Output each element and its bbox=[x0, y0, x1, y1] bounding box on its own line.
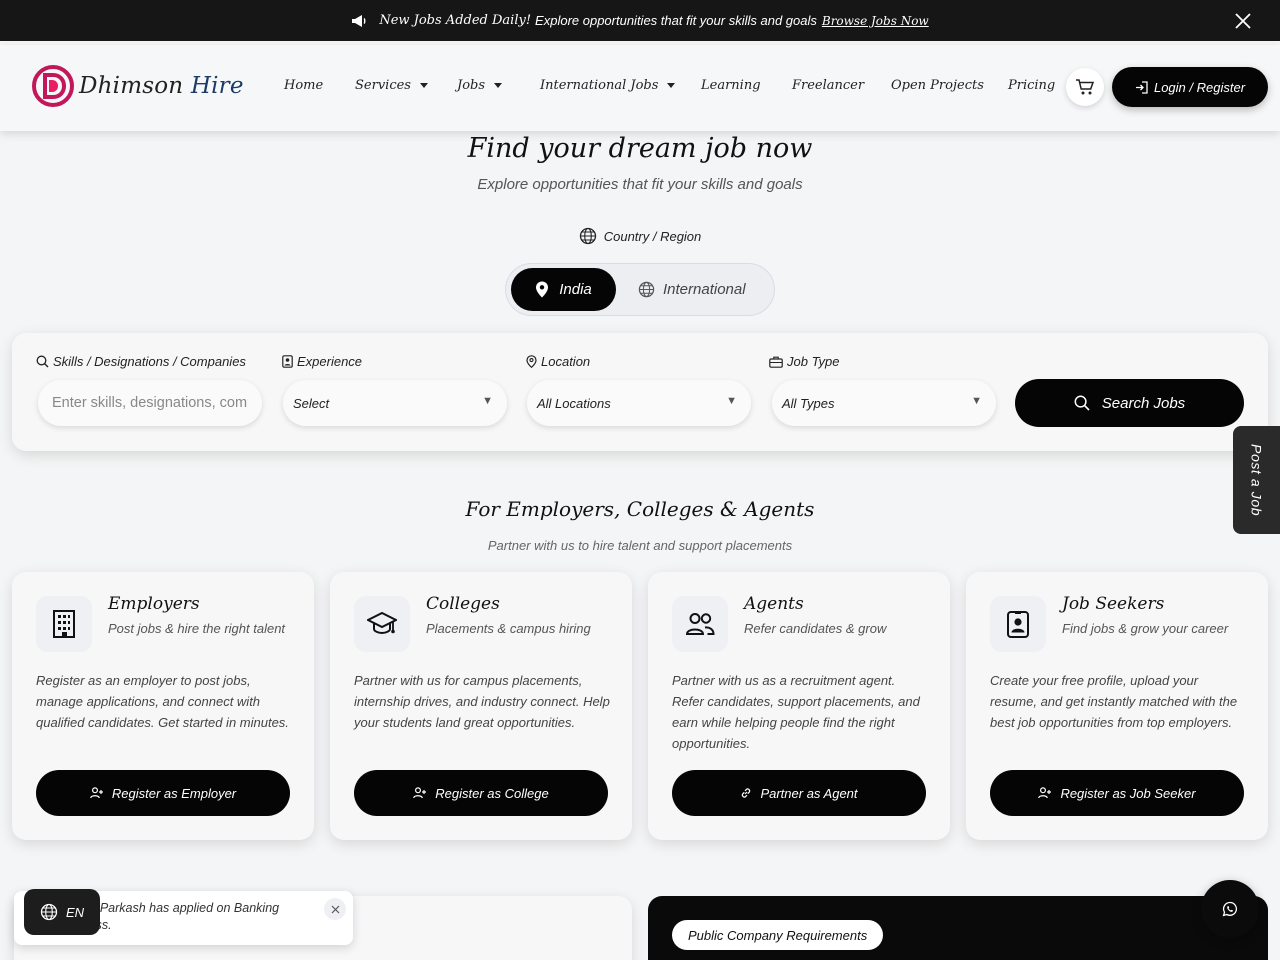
browse-jobs-link[interactable]: Browse Jobs Now bbox=[822, 14, 929, 28]
register-college-button[interactable]: Register as College bbox=[354, 770, 608, 816]
id-badge-icon bbox=[1007, 611, 1029, 638]
megaphone-icon bbox=[352, 14, 366, 27]
card-description: Create your free profile, upload your re… bbox=[990, 673, 1238, 730]
login-icon bbox=[1135, 80, 1148, 94]
nav-jobs[interactable]: Jobs bbox=[457, 78, 503, 93]
job-seekers-card: Job Seekers Find jobs & grow your career… bbox=[966, 572, 1268, 840]
hero-title: Find your dream job now bbox=[467, 133, 813, 164]
experience-select[interactable]: Select ▼ bbox=[283, 380, 507, 426]
card-description: Register as an employer to post jobs, ma… bbox=[36, 673, 289, 730]
logo[interactable]: Dhimson Hire bbox=[31, 64, 244, 108]
card-tagline: Refer candidates & grow bbox=[744, 621, 887, 636]
nav-open-projects[interactable]: Open Projects bbox=[891, 78, 984, 93]
search-jobs-button[interactable]: Search Jobs bbox=[1015, 379, 1244, 427]
link-icon bbox=[742, 788, 751, 798]
logo-text-primary: Dhimson bbox=[79, 73, 184, 99]
agents-card: Agents Refer candidates & grow Partner w… bbox=[648, 572, 950, 840]
card-title: Colleges bbox=[426, 594, 500, 614]
colleges-card: Colleges Placements & campus hiring Part… bbox=[330, 572, 632, 840]
graduation-cap-icon bbox=[367, 611, 397, 635]
close-icon[interactable] bbox=[1234, 12, 1252, 30]
login-register-button[interactable]: Login / Register bbox=[1112, 67, 1268, 107]
public-company-requirements-badge: Public Company Requirements bbox=[672, 920, 884, 950]
section-title: For Employers, Colleges & Agents bbox=[465, 497, 815, 521]
announcement-bar: New Jobs Added Daily! Explore opportunit… bbox=[0, 0, 1280, 41]
id-badge-icon bbox=[282, 355, 293, 368]
announcement-text: Explore opportunities that fit your skil… bbox=[535, 13, 817, 28]
globe-icon bbox=[40, 903, 58, 921]
search-icon bbox=[1074, 395, 1090, 411]
dropdown-arrow-icon: ▼ bbox=[726, 395, 737, 407]
location-pin-icon bbox=[526, 355, 537, 368]
region-international-button[interactable]: International bbox=[638, 268, 768, 311]
nav-services[interactable]: Services bbox=[355, 78, 428, 93]
chevron-down-icon bbox=[419, 83, 428, 88]
register-job-seeker-button[interactable]: Register as Job Seeker bbox=[990, 770, 1244, 816]
public-requirements-panel: Public Company Requirements bbox=[648, 896, 1268, 960]
building-icon bbox=[53, 610, 75, 638]
card-description: Partner with us as a recruitment agent. … bbox=[672, 673, 920, 751]
skills-label: Skills / Designations / Companies bbox=[36, 354, 246, 369]
employers-card: Employers Post jobs & hire the right tal… bbox=[12, 572, 314, 840]
card-icon-tile bbox=[36, 596, 92, 652]
nav-international-jobs[interactable]: International Jobs bbox=[540, 78, 676, 93]
card-title: Employers bbox=[108, 594, 200, 614]
nav-home[interactable]: Home bbox=[284, 78, 323, 93]
card-icon-tile bbox=[672, 596, 728, 652]
region-label: Country / Region bbox=[0, 227, 1280, 245]
region-toggle: India International bbox=[505, 263, 775, 316]
job-type-select[interactable]: All Types ▼ bbox=[772, 380, 996, 426]
hero-subtitle: Explore opportunities that fit your skil… bbox=[477, 176, 803, 193]
region-india-button[interactable]: India bbox=[511, 268, 616, 311]
dropdown-arrow-icon: ▼ bbox=[482, 395, 493, 407]
location-label: Location bbox=[526, 354, 590, 369]
partner-agent-button[interactable]: Partner as Agent bbox=[672, 770, 926, 816]
card-icon-tile bbox=[990, 596, 1046, 652]
whatsapp-icon bbox=[1222, 901, 1238, 917]
skills-input[interactable]: Enter skills, designations, companies bbox=[38, 380, 262, 426]
globe-icon bbox=[579, 227, 596, 245]
toast-message: Harka Parkash has applied on Banking Pro… bbox=[63, 901, 280, 932]
chevron-down-icon bbox=[494, 83, 503, 88]
nav-pricing[interactable]: Pricing bbox=[1008, 78, 1055, 93]
search-icon bbox=[36, 355, 49, 368]
location-select[interactable]: All Locations ▼ bbox=[527, 380, 751, 426]
nav-learning[interactable]: Learning bbox=[701, 78, 761, 93]
site-header: Dhimson Hire Home Services Jobs Internat… bbox=[0, 45, 1280, 131]
nav-freelancer[interactable]: Freelancer bbox=[792, 78, 864, 93]
dropdown-arrow-icon: ▼ bbox=[971, 395, 982, 407]
section-subtitle: Partner with us to hire talent and suppo… bbox=[487, 538, 793, 553]
card-tagline: Placements & campus hiring bbox=[426, 621, 591, 636]
job-type-label: Job Type bbox=[769, 354, 840, 369]
toast-close-button[interactable] bbox=[324, 898, 346, 920]
card-description: Partner with us for campus placements, i… bbox=[354, 673, 610, 730]
whatsapp-chat-button[interactable] bbox=[1201, 880, 1259, 938]
card-tagline: Find jobs & grow your career bbox=[1062, 621, 1229, 636]
cart-button[interactable] bbox=[1066, 68, 1104, 106]
experience-label: Experience bbox=[282, 354, 362, 369]
chevron-down-icon bbox=[667, 83, 676, 88]
user-plus-icon bbox=[90, 787, 103, 799]
logo-text-secondary: Hire bbox=[190, 73, 244, 99]
user-plus-icon bbox=[1038, 787, 1052, 799]
card-title: Agents bbox=[744, 594, 804, 614]
language-switcher[interactable]: EN bbox=[24, 889, 100, 935]
users-icon bbox=[685, 613, 715, 635]
logo-mark-icon bbox=[32, 65, 74, 107]
card-title: Job Seekers bbox=[1062, 594, 1165, 614]
card-icon-tile bbox=[354, 596, 410, 652]
user-plus-icon bbox=[413, 787, 427, 799]
job-search-form: Skills / Designations / Companies Enter … bbox=[12, 333, 1268, 451]
briefcase-icon bbox=[769, 356, 783, 368]
card-tagline: Post jobs & hire the right talent bbox=[108, 621, 286, 636]
globe-icon bbox=[638, 281, 655, 298]
location-pin-icon bbox=[536, 281, 549, 298]
register-employer-button[interactable]: Register as Employer bbox=[36, 770, 290, 816]
close-icon bbox=[331, 905, 339, 913]
cart-icon bbox=[1076, 79, 1095, 95]
announcement-highlight: New Jobs Added Daily! bbox=[379, 13, 532, 28]
